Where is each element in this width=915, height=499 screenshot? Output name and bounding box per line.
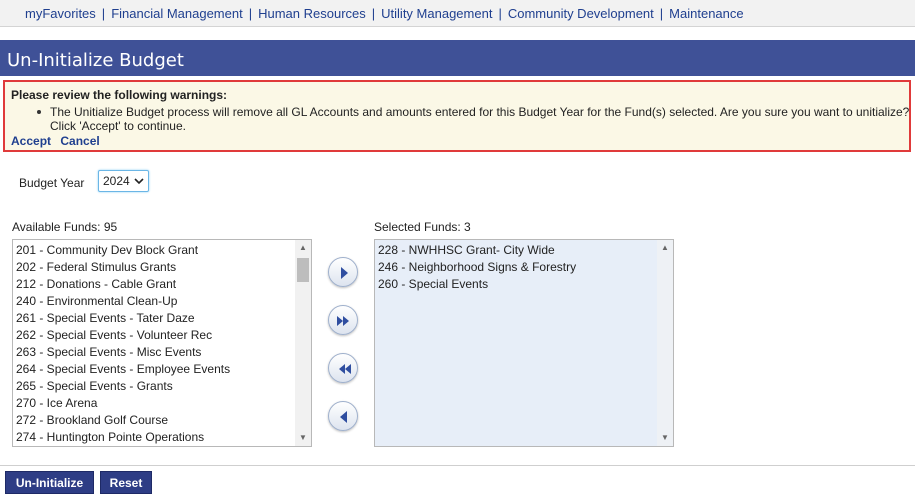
available-scrollbar[interactable]: ▲ ▼ bbox=[295, 240, 311, 446]
warning-title: Please review the following warnings: bbox=[11, 88, 228, 102]
move-left-button[interactable] bbox=[328, 401, 358, 431]
list-item[interactable]: 261 - Special Events - Tater Daze bbox=[13, 310, 295, 327]
list-item[interactable]: 201 - Community Dev Block Grant bbox=[13, 242, 295, 259]
selected-funds-list[interactable]: 228 - NWHHSC Grant- City Wide 246 - Neig… bbox=[374, 239, 674, 447]
cancel-link[interactable]: Cancel bbox=[60, 134, 99, 148]
budget-year-value: 2024 bbox=[103, 174, 130, 188]
budget-year-label: Budget Year bbox=[19, 176, 85, 190]
divider bbox=[0, 465, 915, 466]
selected-funds-label: Selected Funds: 3 bbox=[374, 220, 471, 234]
available-funds-list[interactable]: 201 - Community Dev Block Grant 202 - Fe… bbox=[12, 239, 312, 447]
page-title: Un-Initialize Budget bbox=[7, 50, 184, 71]
list-item[interactable]: 202 - Federal Stimulus Grants bbox=[13, 259, 295, 276]
list-item[interactable]: 212 - Donations - Cable Grant bbox=[13, 276, 295, 293]
move-right-button[interactable] bbox=[328, 257, 358, 287]
nav-separator: | bbox=[101, 5, 106, 21]
page-header: Un-Initialize Budget bbox=[0, 40, 915, 76]
scroll-thumb[interactable] bbox=[297, 258, 309, 282]
list-item[interactable]: 240 - Environmental Clean-Up bbox=[13, 293, 295, 310]
available-funds-label: Available Funds: 95 bbox=[12, 220, 118, 234]
nav-maintenance[interactable]: Maintenance bbox=[669, 6, 743, 21]
nav-financial-management[interactable]: Financial Management bbox=[111, 6, 243, 21]
scroll-up-icon[interactable]: ▲ bbox=[295, 241, 311, 255]
nav-separator: | bbox=[498, 5, 502, 21]
list-item[interactable]: 260 - Special Events bbox=[375, 276, 657, 293]
list-item[interactable]: 265 - Special Events - Grants bbox=[13, 378, 295, 395]
list-item[interactable]: 262 - Special Events - Volunteer Rec bbox=[13, 327, 295, 344]
nav-separator: | bbox=[371, 5, 376, 21]
nav-community-development[interactable]: Community Development bbox=[508, 6, 654, 21]
accept-link[interactable]: Accept bbox=[11, 134, 51, 148]
nav-utility-management[interactable]: Utility Management bbox=[381, 6, 492, 21]
reset-button[interactable]: Reset bbox=[100, 471, 152, 494]
nav-separator: | bbox=[659, 5, 664, 21]
budget-year-select[interactable]: 2024 bbox=[98, 170, 149, 192]
selected-scrollbar[interactable]: ▲ ▼ bbox=[657, 240, 673, 446]
list-item[interactable]: 274 - Huntington Pointe Operations bbox=[13, 429, 295, 446]
scroll-up-icon[interactable]: ▲ bbox=[657, 241, 673, 255]
warning-message: The Unitialize Budget process will remov… bbox=[50, 105, 910, 133]
scroll-down-icon[interactable]: ▼ bbox=[657, 431, 673, 445]
scroll-down-icon[interactable]: ▼ bbox=[295, 431, 311, 445]
warning-actions: Accept Cancel bbox=[11, 134, 106, 148]
nav-separator: | bbox=[248, 5, 253, 21]
warning-panel: Please review the following warnings: Th… bbox=[3, 80, 911, 152]
list-item[interactable]: 272 - Brookland Golf Course bbox=[13, 412, 295, 429]
uninitialize-button[interactable]: Un-Initialize bbox=[5, 471, 94, 494]
move-all-left-button[interactable] bbox=[328, 353, 358, 383]
nav-myfavorites[interactable]: myFavorites bbox=[25, 6, 96, 21]
bullet-icon bbox=[37, 106, 43, 114]
list-item[interactable]: 246 - Neighborhood Signs & Forestry bbox=[375, 259, 657, 276]
top-nav: myFavorites | Financial Management | Hum… bbox=[0, 0, 915, 27]
nav-human-resources[interactable]: Human Resources bbox=[258, 6, 366, 21]
list-item[interactable]: 263 - Special Events - Misc Events bbox=[13, 344, 295, 361]
list-item[interactable]: 264 - Special Events - Employee Events bbox=[13, 361, 295, 378]
move-all-right-button[interactable] bbox=[328, 305, 358, 335]
chevron-down-icon bbox=[134, 174, 144, 191]
list-item[interactable]: 228 - NWHHSC Grant- City Wide bbox=[375, 242, 657, 259]
list-item[interactable]: 270 - Ice Arena bbox=[13, 395, 295, 412]
